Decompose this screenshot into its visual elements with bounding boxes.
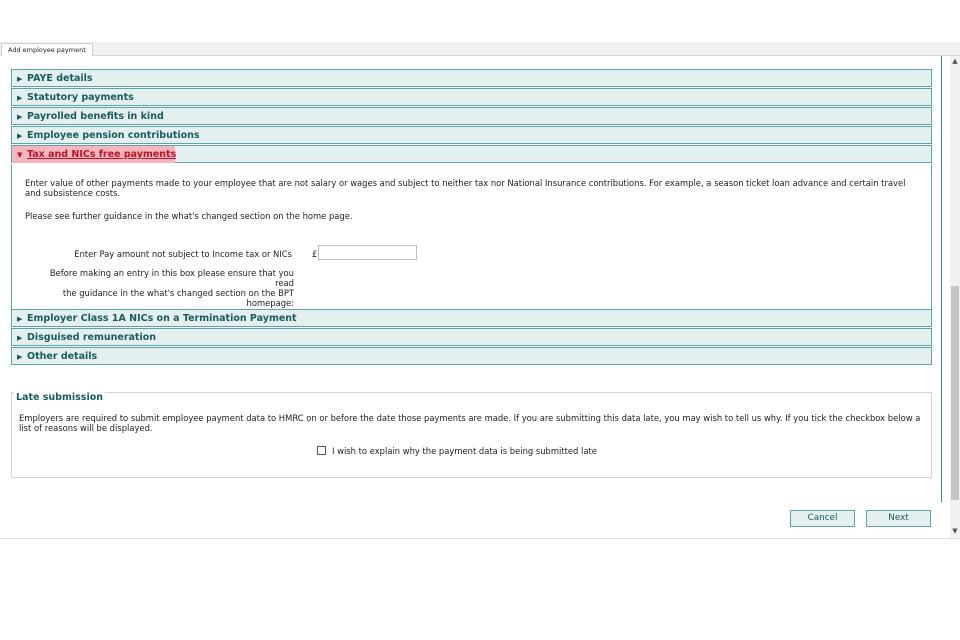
pay-amount-label: Enter Pay amount not subject to Income t… xyxy=(74,249,292,259)
section-label: Employee pension contributions xyxy=(27,130,200,141)
pay-amount-input[interactable] xyxy=(318,245,417,260)
cancel-button[interactable]: Cancel xyxy=(790,510,855,527)
caret-down-icon: ▼ xyxy=(17,151,23,159)
next-button[interactable]: Next xyxy=(866,510,931,527)
section-payrolled-benefits[interactable]: ▶ Payrolled benefits in kind xyxy=(11,107,932,125)
section-tax-nics-free-payments[interactable]: ▼ Tax and NICs free payments xyxy=(11,145,932,163)
tab-add-employee-payment[interactable]: Add employee payment xyxy=(1,43,93,56)
help-text-line2: the guidance in the what's changed secti… xyxy=(62,288,294,298)
late-text-line2: list of reasons will be displayed. xyxy=(19,423,153,433)
help-text-line1: Before making an entry in this box pleas… xyxy=(49,268,294,288)
scroll-thumb[interactable] xyxy=(951,286,959,500)
section-label: Tax and NICs free payments xyxy=(27,149,177,160)
late-reason-checkbox[interactable] xyxy=(317,446,326,455)
section-label: Disguised remuneration xyxy=(27,332,157,343)
section-label: Employer Class 1A NICs on a Termination … xyxy=(27,313,297,324)
late-reason-checkbox-label[interactable]: I wish to explain why the payment data i… xyxy=(332,446,597,456)
tax-free-panel: Enter value of other payments made to yo… xyxy=(11,164,932,309)
guidance-text: Please see further guidance in the what'… xyxy=(25,211,353,221)
caret-right-icon: ▶ xyxy=(17,315,23,323)
scrollbar[interactable]: ▲ ▼ xyxy=(950,56,960,538)
scroll-up-icon[interactable]: ▲ xyxy=(950,56,960,66)
caret-right-icon: ▶ xyxy=(17,113,23,121)
section-employee-pension[interactable]: ▶ Employee pension contributions xyxy=(11,126,932,144)
section-paye-details[interactable]: ▶ PAYE details xyxy=(11,69,932,87)
section-label: Statutory payments xyxy=(27,92,134,103)
panel-divider xyxy=(941,56,942,502)
section-employer-class-1a[interactable]: ▶ Employer Class 1A NICs on a Terminatio… xyxy=(11,309,932,327)
late-submission-text: Employers are required to submit employe… xyxy=(19,413,927,433)
pound-symbol: £ xyxy=(312,249,318,259)
caret-right-icon: ▶ xyxy=(17,132,23,140)
caret-right-icon: ▶ xyxy=(17,334,23,342)
section-other-details[interactable]: ▶ Other details xyxy=(11,347,932,365)
help-text: Before making an entry in this box pleas… xyxy=(42,268,294,308)
caret-right-icon: ▶ xyxy=(17,353,23,361)
intro-text-line1: Enter value of other payments made to yo… xyxy=(25,178,906,188)
late-text-line1: Employers are required to submit employe… xyxy=(19,413,921,423)
help-text-line3: homepage: xyxy=(246,298,294,308)
late-submission-group xyxy=(11,392,932,478)
section-label: PAYE details xyxy=(27,73,93,84)
late-submission-legend: Late submission xyxy=(14,392,105,403)
caret-right-icon: ▶ xyxy=(17,94,23,102)
tab-bar xyxy=(0,42,960,56)
section-disguised-remuneration[interactable]: ▶ Disguised remuneration xyxy=(11,328,932,346)
section-label: Other details xyxy=(27,351,98,362)
intro-text-line2: and subsistence costs. xyxy=(25,188,121,198)
scroll-down-icon[interactable]: ▼ xyxy=(950,526,960,536)
caret-right-icon: ▶ xyxy=(17,75,23,83)
section-statutory-payments[interactable]: ▶ Statutory payments xyxy=(11,88,932,106)
section-label: Payrolled benefits in kind xyxy=(27,111,164,122)
